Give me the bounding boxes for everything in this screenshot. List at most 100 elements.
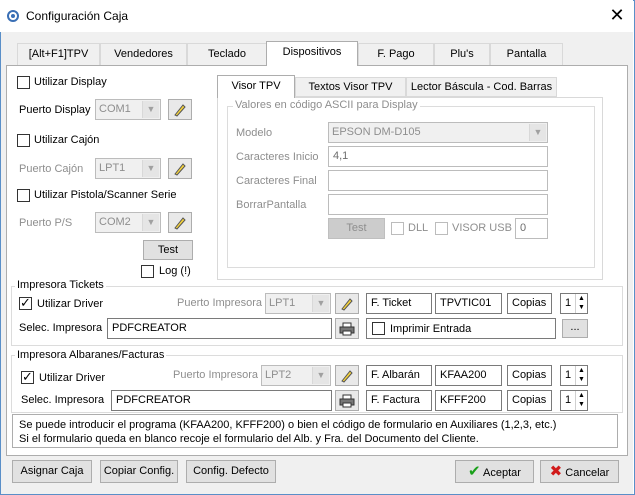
albaran-copies-spinner[interactable]: 1 ▲ ▼	[560, 365, 588, 386]
tickets-port-select[interactable]: LPT1 ▼	[265, 293, 331, 314]
tickets-copies-label-box: Copias	[507, 293, 552, 314]
chevron-down-icon: ▼	[142, 160, 159, 177]
tab-f-pago[interactable]: F. Pago	[358, 43, 434, 65]
print-entry-checkbox[interactable]	[372, 322, 385, 335]
end-chars-input[interactable]	[328, 170, 548, 191]
albaran-copies-label-box: Copias	[507, 365, 552, 386]
hand-pencil-icon	[341, 370, 353, 383]
hand-pencil-icon	[174, 217, 186, 230]
tickets-printer-input[interactable]: PDFCREATOR	[107, 318, 332, 339]
albaran-form-input[interactable]: KFAA200	[435, 365, 502, 386]
tickets-select-printer-label: Selec. Impresora	[19, 322, 103, 334]
tab-panel-dispositivos: Utilizar Display Puerto Display COM1 ▼ U…	[6, 65, 628, 456]
tickets-port-label: Puerto Impresora	[177, 297, 262, 309]
chevron-down-icon: ▼	[312, 295, 329, 312]
factura-form-label-box: F. Factura	[366, 390, 432, 411]
display-port-label: Puerto Display	[19, 104, 91, 116]
use-display-label: Utilizar Display	[34, 76, 107, 88]
tab-vendedores[interactable]: Vendedores	[100, 43, 187, 65]
albaranes-printer-button[interactable]	[335, 390, 359, 411]
chevron-down-icon: ▼	[142, 101, 159, 118]
tab-tpv[interactable]: [Alt+F1]TPV	[17, 43, 100, 65]
visor-usb-checkbox[interactable]	[435, 222, 448, 235]
use-drawer-label: Utilizar Cajón	[34, 134, 100, 146]
use-scanner-checkbox[interactable]	[17, 189, 30, 202]
ps-port-select[interactable]: COM2 ▼	[95, 212, 161, 233]
cancel-button[interactable]: ✖ Cancelar	[540, 460, 619, 483]
albaranes-port-value: LPT2	[265, 369, 292, 381]
tickets-printer-button[interactable]	[335, 318, 359, 339]
clear-screen-input[interactable]	[328, 194, 548, 215]
visor-usb-label: VISOR USB	[452, 222, 512, 234]
albaranes-printer-input[interactable]: PDFCREATOR	[111, 390, 332, 411]
subtab-lector-bascula[interactable]: Lector Báscula - Cod. Barras	[406, 77, 557, 97]
left-test-button[interactable]: Test	[143, 240, 193, 260]
spinner-arrows-icon[interactable]: ▲ ▼	[575, 391, 587, 410]
tab-plus[interactable]: Plu's	[434, 43, 490, 65]
subtab-textos-visor[interactable]: Textos Visor TPV	[295, 77, 406, 97]
tickets-group-title: Impresora Tickets	[15, 279, 106, 291]
albaranes-group-title: Impresora Albaranes/Facturas	[15, 349, 167, 361]
app-gear-icon	[7, 10, 19, 22]
chevron-down-icon: ▼	[142, 214, 159, 231]
cancel-label: Cancelar	[565, 467, 610, 479]
accept-button[interactable]: ✔ Aceptar	[455, 460, 534, 483]
factura-copies-spinner[interactable]: 1 ▲ ▼	[560, 390, 588, 411]
start-chars-label: Caracteres Inicio	[236, 151, 319, 163]
print-entry-label: Imprimir Entrada	[390, 323, 472, 335]
tickets-port-value: LPT1	[269, 297, 296, 309]
factura-form-input[interactable]: KFFF200	[435, 390, 502, 411]
chevron-down-icon: ▼	[529, 124, 546, 141]
display-port-select[interactable]: COM1 ▼	[95, 99, 161, 120]
albaranes-port-select[interactable]: LPT2 ▼	[261, 365, 331, 386]
model-value: EPSON DM-D105	[332, 126, 421, 138]
window-title: Configuración Caja	[26, 9, 129, 23]
end-chars-label: Caracteres Final	[236, 175, 317, 187]
tickets-port-config-button[interactable]	[335, 293, 359, 314]
ps-port-value: COM2	[99, 216, 131, 228]
albaranes-port-config-button[interactable]	[335, 365, 359, 386]
log-checkbox[interactable]	[141, 265, 154, 278]
info-note: Se puede introducir el programa (KFAA200…	[12, 414, 618, 448]
albaranes-use-driver-checkbox[interactable]	[21, 369, 34, 385]
spinner-arrows-icon[interactable]: ▲ ▼	[575, 366, 587, 385]
browse-button[interactable]: ...	[562, 319, 588, 338]
display-config-button[interactable]	[168, 99, 192, 120]
model-label: Modelo	[236, 127, 273, 139]
cancel-x-icon: ✖	[549, 463, 563, 480]
default-config-button[interactable]: Config. Defecto	[186, 460, 276, 483]
printer-icon	[339, 394, 355, 408]
ticket-form-input[interactable]: TPVTIC01	[435, 293, 502, 314]
drawer-port-select[interactable]: LPT1 ▼	[95, 158, 161, 179]
visor-usb-input[interactable]: 0	[515, 218, 548, 239]
ps-port-label: Puerto P/S	[19, 217, 73, 229]
spinner-arrows-icon[interactable]: ▲ ▼	[575, 294, 587, 313]
visor-test-button[interactable]: Test	[328, 218, 385, 239]
chevron-down-icon: ▼	[312, 367, 329, 384]
tickets-use-driver-checkbox[interactable]	[19, 295, 32, 311]
albaranes-port-label: Puerto Impresora	[173, 369, 258, 381]
use-scanner-label: Utilizar Pistola/Scanner Serie	[34, 189, 177, 201]
dll-checkbox[interactable]	[391, 222, 404, 235]
start-chars-input[interactable]: 4,1	[328, 146, 548, 167]
factura-copies-value: 1	[565, 394, 572, 406]
tab-teclado[interactable]: Teclado	[187, 43, 267, 65]
tickets-use-driver-label: Utilizar Driver	[37, 298, 103, 310]
tickets-copies-spinner[interactable]: 1 ▲ ▼	[560, 293, 588, 314]
accept-label: Aceptar	[483, 467, 521, 479]
tab-pantalla[interactable]: Pantalla	[490, 43, 563, 65]
drawer-config-button[interactable]	[168, 158, 192, 179]
subtab-visor-tpv[interactable]: Visor TPV	[217, 75, 295, 98]
printer-icon	[339, 322, 355, 336]
tab-dispositivos[interactable]: Dispositivos	[266, 41, 358, 66]
copy-config-button[interactable]: Copiar Config.	[100, 460, 178, 483]
ps-config-button[interactable]	[168, 212, 192, 233]
model-select[interactable]: EPSON DM-D105 ▼	[328, 122, 548, 143]
assign-till-button[interactable]: Asignar Caja	[12, 460, 92, 483]
drawer-port-value: LPT1	[99, 162, 126, 174]
use-drawer-checkbox[interactable]	[17, 134, 30, 147]
close-icon[interactable]: ✕	[604, 4, 630, 26]
albaranes-select-printer-label: Selec. Impresora	[21, 394, 105, 406]
use-display-checkbox[interactable]	[17, 76, 30, 89]
checkmark-icon: ✔	[468, 463, 481, 480]
